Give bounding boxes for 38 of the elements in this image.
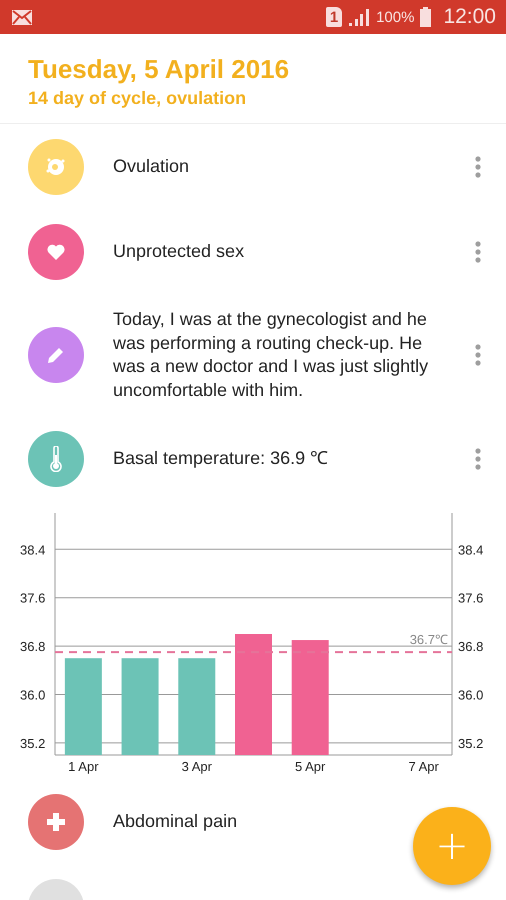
pencil-icon <box>47 346 65 364</box>
date-title: Tuesday, 5 April 2016 <box>28 53 290 86</box>
more-icon[interactable] <box>474 240 482 262</box>
y-tick-label: 35.2 <box>20 736 46 751</box>
heart-icon <box>47 244 65 260</box>
x-tick-label: 1 Apr <box>68 759 99 776</box>
y-tick-label: 38.4 <box>458 542 484 558</box>
thermometer-icon <box>49 446 63 472</box>
battery-icon <box>420 7 432 27</box>
y-tick-label: 36.8 <box>20 639 46 654</box>
entry-text: Abdominal pain <box>113 810 238 833</box>
sim-indicator: 1 <box>326 7 342 27</box>
more-icon[interactable] <box>474 344 482 366</box>
clock: 12:00 <box>443 5 496 29</box>
y-tick-label: 38.4 <box>20 542 46 558</box>
cross-icon <box>46 812 66 832</box>
entry-text: Unprotected sex <box>113 240 246 263</box>
more-icon[interactable] <box>474 448 482 470</box>
y-tick-label: 35.2 <box>458 736 484 751</box>
more-icon[interactable] <box>474 156 482 178</box>
y-tick-label: 36.8 <box>458 639 484 654</box>
y-tick-label: 37.6 <box>20 590 46 606</box>
entry-text: Basal temperature: 36.9 ℃ <box>113 446 330 470</box>
battery-percent: 100% <box>376 8 414 26</box>
x-tick-label: 5 Apr <box>295 759 326 776</box>
mail-icon <box>12 10 32 24</box>
entry-text: Today, I was at the gynecologist and he was performing a routing check-up. He was a new doctor and I was just slightly uncomfortable with him. <box>113 308 430 402</box>
add-button[interactable]: + <box>413 807 491 885</box>
x-tick-label: 3 Apr <box>182 759 212 776</box>
x-tick-label: 7 Apr <box>408 759 439 776</box>
entry-text: Ovulation <box>113 154 190 178</box>
y-tick-label: 37.6 <box>458 590 484 606</box>
egg-icon <box>45 156 67 178</box>
signal-icon <box>348 8 370 26</box>
cycle-subtitle: 14 day of cycle, ovulation <box>28 88 248 109</box>
average-label: 36.7℃ <box>410 632 448 648</box>
y-tick-label: 36.0 <box>20 688 46 702</box>
y-tick-label: 36.0 <box>458 688 484 702</box>
